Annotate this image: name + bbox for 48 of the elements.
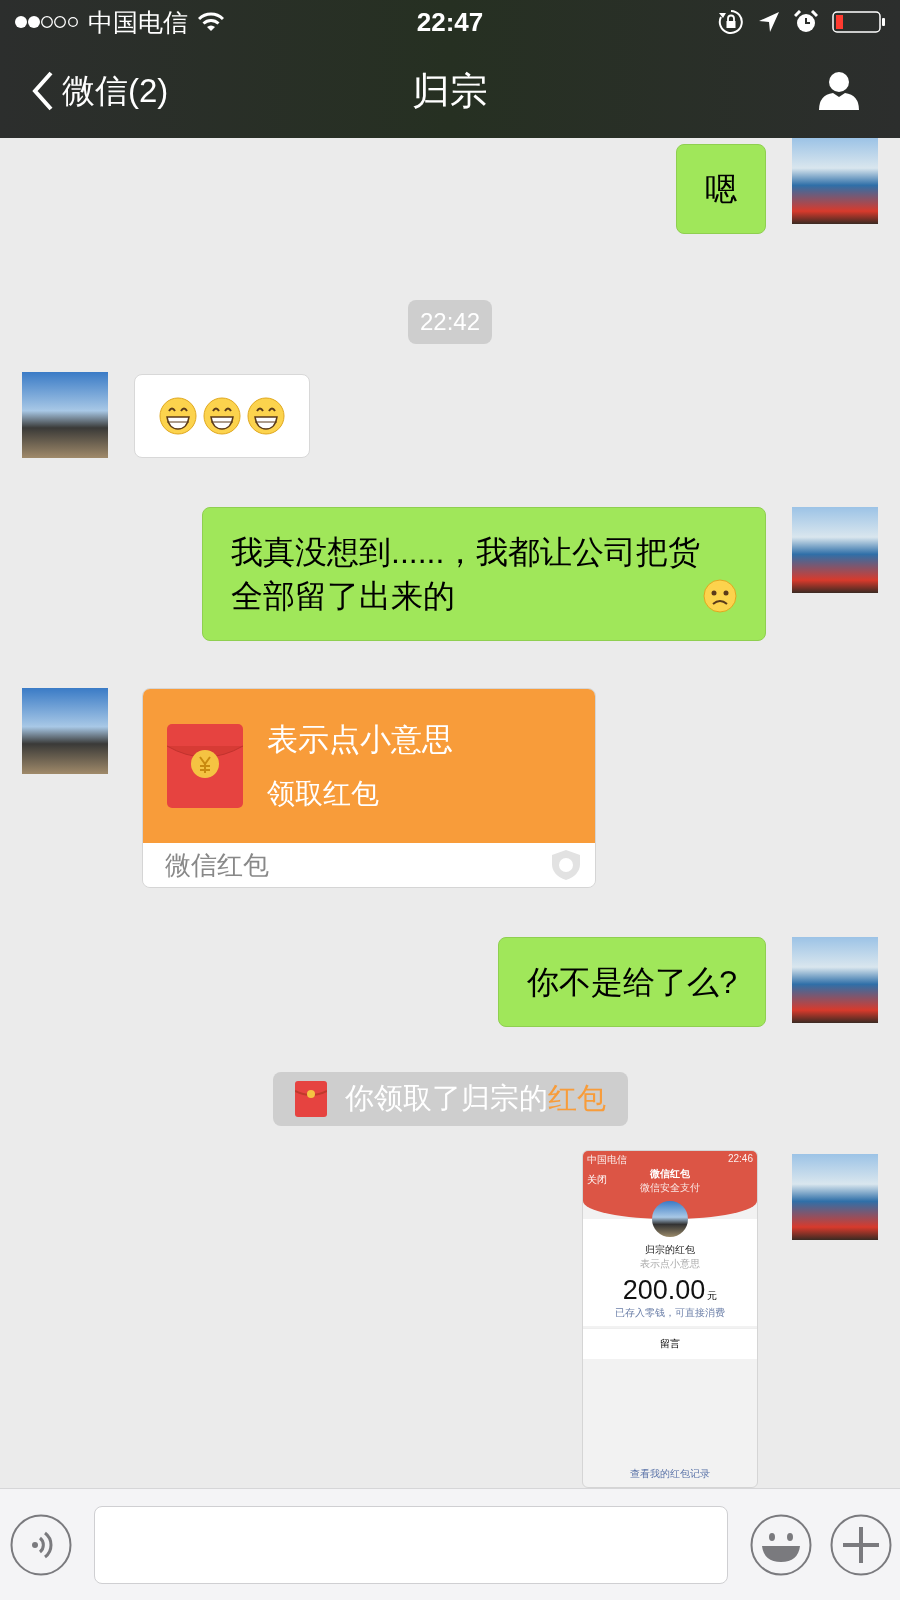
inner-unit: 元 (707, 1289, 718, 1303)
inner-title: 微信红包 (650, 1167, 690, 1181)
chat-title: 归宗 (412, 68, 488, 114)
battery-icon (832, 10, 886, 34)
profile-icon[interactable] (818, 71, 860, 111)
back-button[interactable]: 微信(2) (32, 68, 169, 114)
inner-message-label: 留言 (660, 1338, 680, 1349)
avatar-photo[interactable] (792, 138, 878, 224)
inner-note: 已存入零钱，可直接消费 (615, 1306, 725, 1320)
alarm-clock-icon (794, 10, 818, 34)
grinning-face-icon (247, 397, 285, 435)
smiley-icon[interactable] (750, 1513, 812, 1576)
avatar-photo[interactable] (792, 507, 878, 593)
envelope-icon (294, 1081, 327, 1117)
money-packet-card[interactable]: 表示点小意思 领取红包 微信红包 (142, 688, 596, 888)
packet-action: 领取红包 (267, 777, 380, 811)
inner-history-link: 查看我的红包记录 (630, 1467, 710, 1481)
message-text: 我真没想到......，我都让公司把货全部留了出来的 (231, 533, 701, 616)
avatar-photo[interactable] (22, 688, 108, 774)
chevron-left-icon (32, 71, 54, 111)
location-arrow-icon (758, 11, 780, 33)
inner-carrier: 中国电信 (587, 1153, 627, 1167)
avatar-photo[interactable] (22, 372, 108, 458)
packet-label: 微信红包 (165, 848, 269, 882)
grinning-face-icon (159, 397, 197, 435)
envelope-icon (167, 724, 243, 808)
wifi-icon (198, 12, 224, 32)
shield-icon (551, 849, 581, 881)
inner-amount: 200.00 (622, 1275, 706, 1306)
packet-greeting: 表示点小意思 (267, 721, 453, 759)
avatar-photo[interactable] (792, 1154, 878, 1240)
inner-subtitle: 微信安全支付 (640, 1181, 700, 1195)
rotation-lock-icon (718, 9, 744, 35)
message-text: 你不是给了么? (527, 963, 737, 1002)
signal-dots-icon (14, 14, 78, 30)
avatar-photo[interactable] (792, 937, 878, 1023)
message-text: 嗯 (705, 170, 737, 209)
grinning-face-icon (203, 397, 241, 435)
inner-greeting: 表示点小意思 (640, 1257, 700, 1271)
voice-icon[interactable] (10, 1513, 72, 1576)
inner-close-link: 关闭 (587, 1173, 607, 1187)
message-input[interactable] (94, 1505, 728, 1584)
status-time: 22:47 (416, 6, 484, 38)
screenshot-image[interactable]: 中国电信 22:46 关闭 微信红包 微信安全支付 归宗的红包 表示点小意思 200.00元 已存入零钱，可直接消费 留言 查看我的红包记录 (582, 1150, 758, 1488)
plus-icon[interactable] (830, 1513, 892, 1576)
carrier-name: 中国电信 (88, 6, 188, 38)
inner-sender: 归宗的红包 (645, 1243, 695, 1257)
inner-time: 22:46 (727, 1153, 753, 1166)
